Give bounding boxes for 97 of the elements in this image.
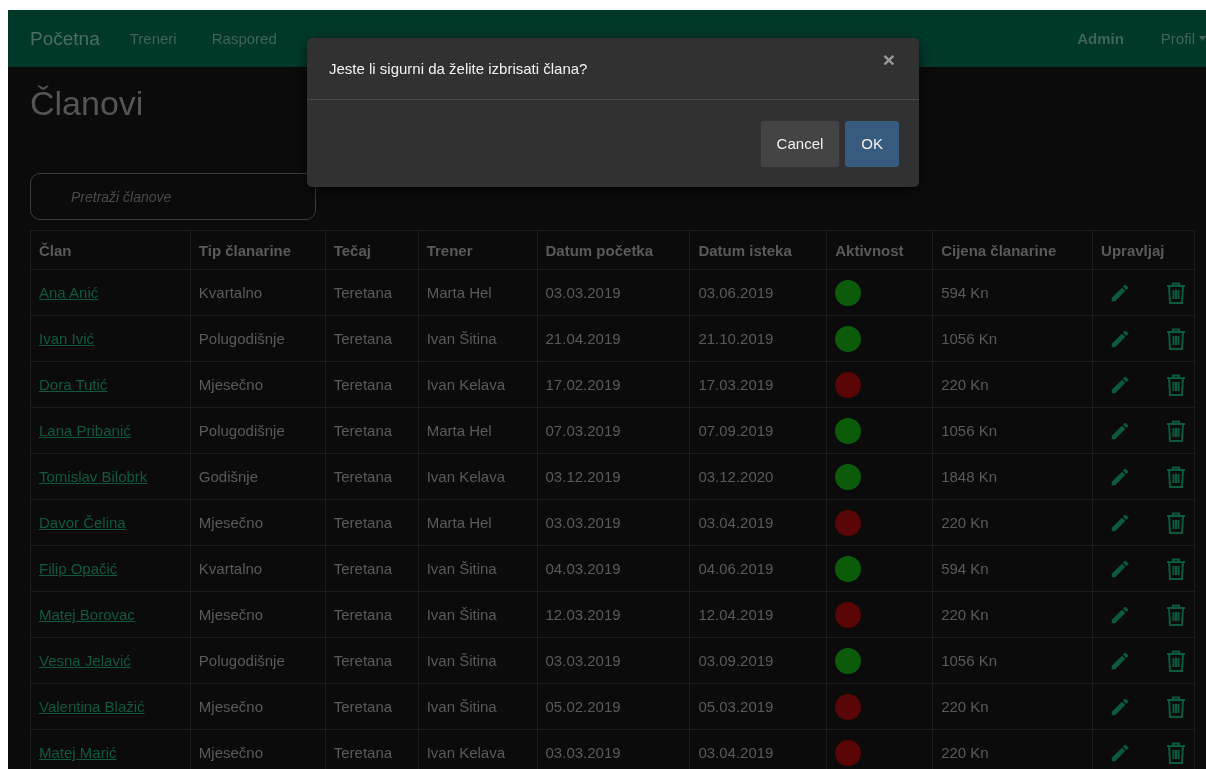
column-header: Cijena članarine: [932, 230, 1093, 270]
table-cell: Teretana: [325, 637, 419, 684]
nav-link[interactable]: Treneri: [129, 30, 177, 47]
table-cell: 1056 Kn: [932, 637, 1093, 684]
member-link[interactable]: Davor Čelina: [39, 514, 126, 531]
trash-icon[interactable]: [1166, 511, 1186, 534]
trash-icon[interactable]: [1166, 373, 1186, 396]
column-header: Tečaj: [325, 230, 419, 270]
table-cell: 1056 Kn: [932, 407, 1093, 454]
profile-dropdown[interactable]: Profil: [1160, 30, 1206, 47]
column-header: Trener: [418, 230, 538, 270]
table-cell: Teretana: [325, 269, 419, 316]
ok-button[interactable]: OK: [845, 120, 899, 167]
column-header: Tip članarine: [190, 230, 326, 270]
table-cell: 03.06.2019: [689, 269, 827, 316]
table-cell: 03.03.2019: [537, 269, 690, 316]
trash-icon[interactable]: [1166, 557, 1186, 580]
table-cell: 07.03.2019: [537, 407, 690, 454]
dialog-message: Jeste li sigurni da želite izbrisati člana?: [329, 60, 588, 77]
table-cell: 21.10.2019: [689, 315, 827, 362]
table-cell: 05.03.2019: [689, 683, 827, 730]
page-title: Članovi: [30, 83, 144, 124]
table-cell: 03.12.2019: [537, 453, 690, 500]
column-header: Datum isteka: [689, 230, 827, 270]
caret-icon: [1199, 36, 1206, 41]
table-cell: 17.02.2019: [537, 361, 690, 408]
table-cell: Ivan Kelava: [418, 453, 538, 500]
table-cell: 04.06.2019: [689, 545, 827, 592]
trash-icon[interactable]: [1166, 465, 1186, 488]
column-header: Datum početka: [537, 230, 690, 270]
table-cell: 07.09.2019: [689, 407, 827, 454]
table-cell: 594 Kn: [932, 269, 1093, 316]
table-cell: Ivan Šitina: [418, 683, 538, 730]
table-cell: Marta Hel: [418, 269, 538, 316]
table-cell: 04.03.2019: [537, 545, 690, 592]
table-cell: Teretana: [325, 407, 419, 454]
close-button[interactable]: ×: [878, 48, 899, 72]
table-cell: 220 Kn: [932, 591, 1093, 638]
table-cell: 1848 Kn: [932, 453, 1093, 500]
table-cell: Teretana: [325, 591, 419, 638]
trash-icon[interactable]: [1166, 741, 1186, 764]
trash-icon[interactable]: [1166, 327, 1186, 350]
table-cell: Teretana: [325, 315, 419, 362]
table-cell: 03.03.2019: [537, 499, 690, 546]
member-link[interactable]: Dora Tutić: [39, 376, 108, 393]
user-link[interactable]: Admin: [1077, 30, 1124, 47]
cancel-button[interactable]: Cancel: [760, 120, 840, 167]
table-cell: Mjesečno: [190, 683, 326, 730]
member-link[interactable]: Filip Opačić: [39, 560, 118, 577]
table-cell: Teretana: [325, 499, 419, 546]
table-cell: Ivan Šitina: [418, 637, 538, 684]
table-cell: Marta Hel: [418, 407, 538, 454]
table-cell: 594 Kn: [932, 545, 1093, 592]
table-cell: Ivan Šitina: [418, 591, 538, 638]
trash-icon[interactable]: [1166, 281, 1186, 304]
table-cell: 03.09.2019: [689, 637, 827, 684]
table-cell: 220 Kn: [932, 499, 1093, 546]
column-header: Aktivnost: [826, 230, 933, 270]
table-cell: 05.02.2019: [537, 683, 690, 730]
trash-icon[interactable]: [1166, 419, 1186, 442]
table-cell: 12.04.2019: [689, 591, 827, 638]
table-cell: Kvartalno: [190, 545, 326, 592]
table-cell: Ivan Kelava: [418, 361, 538, 408]
trash-icon[interactable]: [1166, 649, 1186, 672]
search-field[interactable]: Pretraži članove: [30, 173, 316, 220]
member-link[interactable]: Ivan Ivić: [39, 330, 95, 347]
table-cell: Mjesečno: [190, 361, 326, 408]
table-cell: 220 Kn: [932, 361, 1093, 408]
nav-link[interactable]: Raspored: [211, 30, 277, 47]
table-cell: Kvartalno: [190, 269, 326, 316]
table-cell: 17.03.2019: [689, 361, 827, 408]
table-cell: Godišnje: [190, 453, 326, 500]
table-cell: 03.03.2019: [537, 637, 690, 684]
column-header: Upravljaj: [1092, 230, 1195, 270]
table-cell: Mjesečno: [190, 591, 326, 638]
table-cell: Polugodišnje: [190, 407, 326, 454]
table-cell: Teretana: [325, 545, 419, 592]
table-cell: Marta Hel: [418, 499, 538, 546]
table-cell: 21.04.2019: [537, 315, 690, 362]
table-cell: 1056 Kn: [932, 315, 1093, 362]
table-cell: 03.04.2019: [689, 499, 827, 546]
table-cell: Polugodišnje: [190, 637, 326, 684]
table-cell: Ivan Šitina: [418, 315, 538, 362]
brand-link[interactable]: Početna: [30, 27, 100, 50]
column-header: Član: [30, 230, 191, 270]
table-cell: 12.03.2019: [537, 591, 690, 638]
table-cell: Teretana: [325, 361, 419, 408]
table-cell: Polugodišnje: [190, 315, 326, 362]
trash-icon[interactable]: [1166, 603, 1186, 626]
table-cell: 03.12.2020: [689, 453, 827, 500]
table-cell: Teretana: [325, 683, 419, 730]
table-cell: Mjesečno: [190, 499, 326, 546]
table-cell: 220 Kn: [932, 683, 1093, 730]
trash-icon[interactable]: [1166, 695, 1186, 718]
table-cell: Ivan Šitina: [418, 545, 538, 592]
member-link[interactable]: Ana Anić: [39, 284, 99, 301]
table-cell: Teretana: [325, 453, 419, 500]
